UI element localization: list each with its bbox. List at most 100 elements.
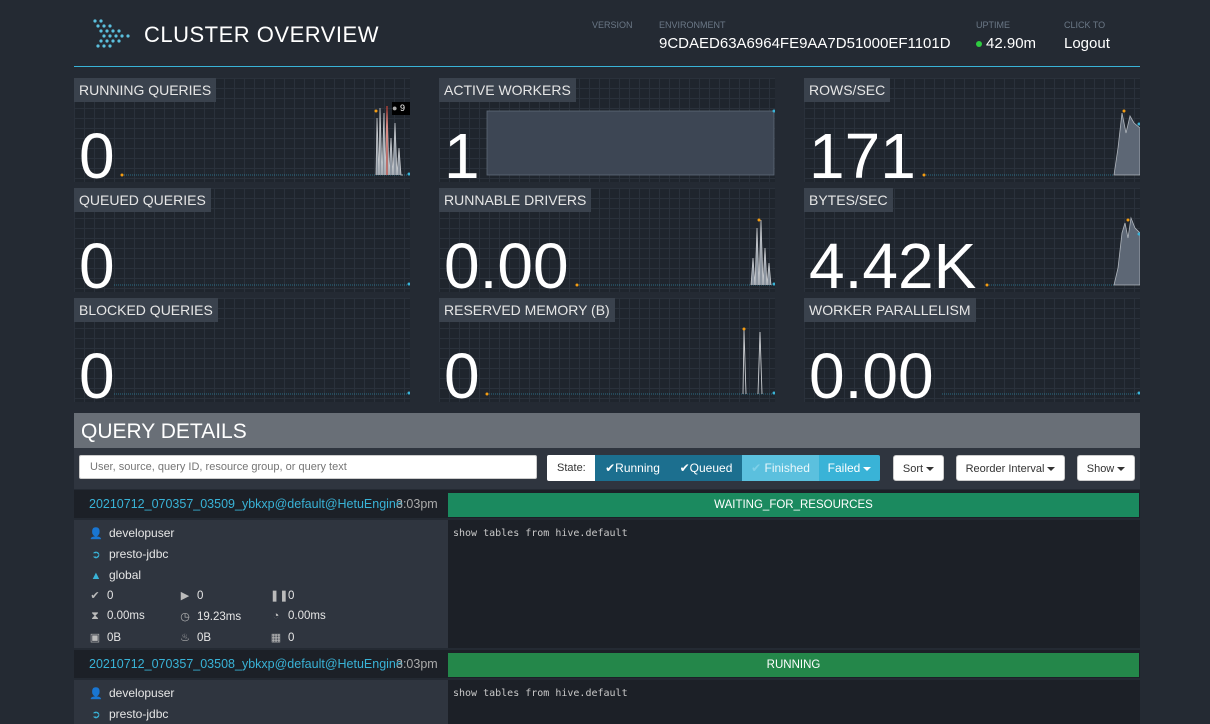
filter-finished-button[interactable]: ✔ Finished xyxy=(742,455,819,481)
tile-queued-queries: QUEUED QUERIES 0 xyxy=(74,188,410,292)
environment-value: 9CDAED63A6964FE9AA7D51000EF1101D xyxy=(659,35,951,52)
caret-down-icon xyxy=(926,467,935,472)
show-dropdown[interactable]: Show xyxy=(1077,455,1135,481)
tile-value: 0 xyxy=(79,120,115,182)
query-resource-group-text: global xyxy=(109,568,142,582)
uptime-label: UPTIME xyxy=(976,20,1011,30)
presto-logo-icon xyxy=(93,19,130,48)
query-row-header: 20210712_070357_03509_ybkxp@default@Hetu… xyxy=(74,490,1140,518)
peak-memory-value: 0B xyxy=(197,632,212,644)
query-state-bar[interactable]: RUNNING xyxy=(448,653,1139,677)
completed-splits-value: 0 xyxy=(107,590,114,602)
filter-running-button[interactable]: ✔Running xyxy=(595,455,670,481)
logout-link[interactable]: Logout xyxy=(1064,35,1110,52)
query-row-body: 👤 developuser ➲ presto-jdbc ▲ global ✔ 0 ▶ 0 … xyxy=(74,520,1140,648)
fire-icon: ♨ xyxy=(180,632,190,644)
tile-label: RUNNABLE DRIVERS xyxy=(439,188,592,212)
page-title: CLUSTER OVERVIEW xyxy=(144,22,379,47)
tile-active-workers: ACTIVE WORKERS 1 xyxy=(439,78,775,182)
tile-label: ROWS/SEC xyxy=(804,78,891,102)
query-details-title: QUERY DETAILS xyxy=(81,420,247,443)
query-user-text: developuser xyxy=(109,526,175,540)
query-source-text: presto-jdbc xyxy=(109,547,169,561)
filter-failed-dropdown[interactable]: Failed xyxy=(819,455,880,481)
query-text-panel: show tables from hive.default xyxy=(448,520,1140,648)
queued-splits-value: 0 xyxy=(288,590,295,602)
running-splits-value: 0 xyxy=(197,590,204,602)
reorder-interval-dropdown[interactable]: Reorder Interval xyxy=(956,455,1065,481)
search-input[interactable] xyxy=(79,455,537,479)
query-time: 3:03pm xyxy=(396,657,438,671)
query-info-panel: 👤 developuser ➲ presto-jdbc xyxy=(74,680,448,724)
user-icon: 👤 xyxy=(89,688,103,700)
cumulative-memory-value: 0 xyxy=(288,632,295,644)
query-filter-bar: State: ✔Running ✔Queued ✔ Finished Faile… xyxy=(74,448,1140,489)
query-source-text: presto-jdbc xyxy=(109,707,169,721)
query-source: ➲ presto-jdbc xyxy=(89,707,168,721)
queued-splits: ❚❚0 xyxy=(270,589,294,602)
current-memory: ▣ 0B xyxy=(89,631,121,644)
query-source: ➲ presto-jdbc xyxy=(89,547,168,561)
cpu-time: ◔ 0.00ms xyxy=(270,610,326,622)
play-icon: ▶ xyxy=(180,590,190,602)
cumulative-memory: ▦ 0 xyxy=(270,631,295,644)
tile-value: 0 xyxy=(79,230,115,292)
tile-blocked-queries: BLOCKED QUERIES 0 xyxy=(74,298,410,402)
logout-block[interactable]: CLICK TO Logout xyxy=(1064,20,1110,52)
filter-queued-label: Queued xyxy=(689,461,733,475)
sign-in-icon: ➲ xyxy=(91,549,101,561)
reorder-interval-label: Reorder Interval xyxy=(965,463,1045,475)
filter-failed-label: Failed xyxy=(827,461,861,475)
caret-down-icon xyxy=(1047,467,1056,472)
query-resource-group: ▲ global xyxy=(89,568,141,582)
query-state-bar[interactable]: WAITING_FOR_RESOURCES xyxy=(448,493,1139,517)
wall-time: ⧗ 0.00ms xyxy=(89,610,145,623)
version-label: VERSION xyxy=(592,20,633,30)
running-splits: ▶ 0 xyxy=(179,589,204,602)
user-icon: 👤 xyxy=(89,528,103,540)
sort-label: Sort xyxy=(902,463,924,475)
elapsed-time-value: 19.23ms xyxy=(197,611,242,623)
tile-label: WORKER PARALLELISM xyxy=(804,298,976,322)
query-user-text: developuser xyxy=(109,686,175,700)
query-sql: show tables from hive.default xyxy=(453,528,628,539)
tile-value: 171 xyxy=(809,120,916,182)
elapsed-time: ◷ 19.23ms xyxy=(179,610,241,623)
wall-time-value: 0.00ms xyxy=(107,610,145,622)
query-details-header: QUERY DETAILS xyxy=(74,413,1140,448)
tile-label: BLOCKED QUERIES xyxy=(74,298,218,322)
hdd-icon: ▣ xyxy=(89,632,101,644)
sign-in-icon: ➲ xyxy=(91,709,101,721)
filter-finished-label: Finished xyxy=(764,461,810,475)
query-id-link[interactable]: 20210712_070357_03508_ybkxp@default@Hetu… xyxy=(89,657,403,671)
query-text-panel: show tables from hive.default xyxy=(448,680,1140,724)
tile-value: 0.00 xyxy=(809,340,934,402)
uptime-value: 42.90m xyxy=(976,35,1036,52)
query-row-body: 👤 developuser ➲ presto-jdbc show tables fr… xyxy=(74,680,1140,724)
version-block: VERSION xyxy=(592,20,633,35)
query-row-header: 20210712_070357_03508_ybkxp@default@Hetu… xyxy=(74,650,1140,678)
tile-label: QUEUED QUERIES xyxy=(74,188,211,212)
logout-label: CLICK TO xyxy=(1064,20,1106,30)
check-icon: ✔ xyxy=(90,590,100,602)
tile-value: 1 xyxy=(444,120,480,182)
sparkline-tooltip: ● 9 xyxy=(392,103,405,113)
filter-queued-button[interactable]: ✔Queued xyxy=(670,455,742,481)
query-user: 👤 developuser xyxy=(89,686,174,700)
query-info-panel: 👤 developuser ➲ presto-jdbc ▲ global ✔ 0 ▶ 0 … xyxy=(74,520,448,648)
tile-bytes-per-sec: BYTES/SEC 4.42K xyxy=(804,188,1140,292)
hourglass-icon: ⧗ xyxy=(91,610,99,622)
cpu-time-value: 0.00ms xyxy=(288,610,326,622)
check-icon: ✔ xyxy=(605,461,616,475)
dashboard-icon: ◔ xyxy=(272,610,280,622)
sort-dropdown[interactable]: Sort xyxy=(893,455,944,481)
tile-label: RESERVED MEMORY (B) xyxy=(439,298,615,322)
uptime-text: 42.90m xyxy=(986,35,1037,52)
query-sql: show tables from hive.default xyxy=(453,688,628,699)
caret-down-icon xyxy=(863,466,872,471)
query-id-link[interactable]: 20210712_070357_03509_ybkxp@default@Hetu… xyxy=(89,497,403,511)
pause-icon: ❚❚ xyxy=(270,590,289,602)
peak-memory: ♨ 0B xyxy=(179,631,211,644)
check-icon: ✔ xyxy=(751,461,762,475)
environment-label: ENVIRONMENT xyxy=(659,20,726,30)
